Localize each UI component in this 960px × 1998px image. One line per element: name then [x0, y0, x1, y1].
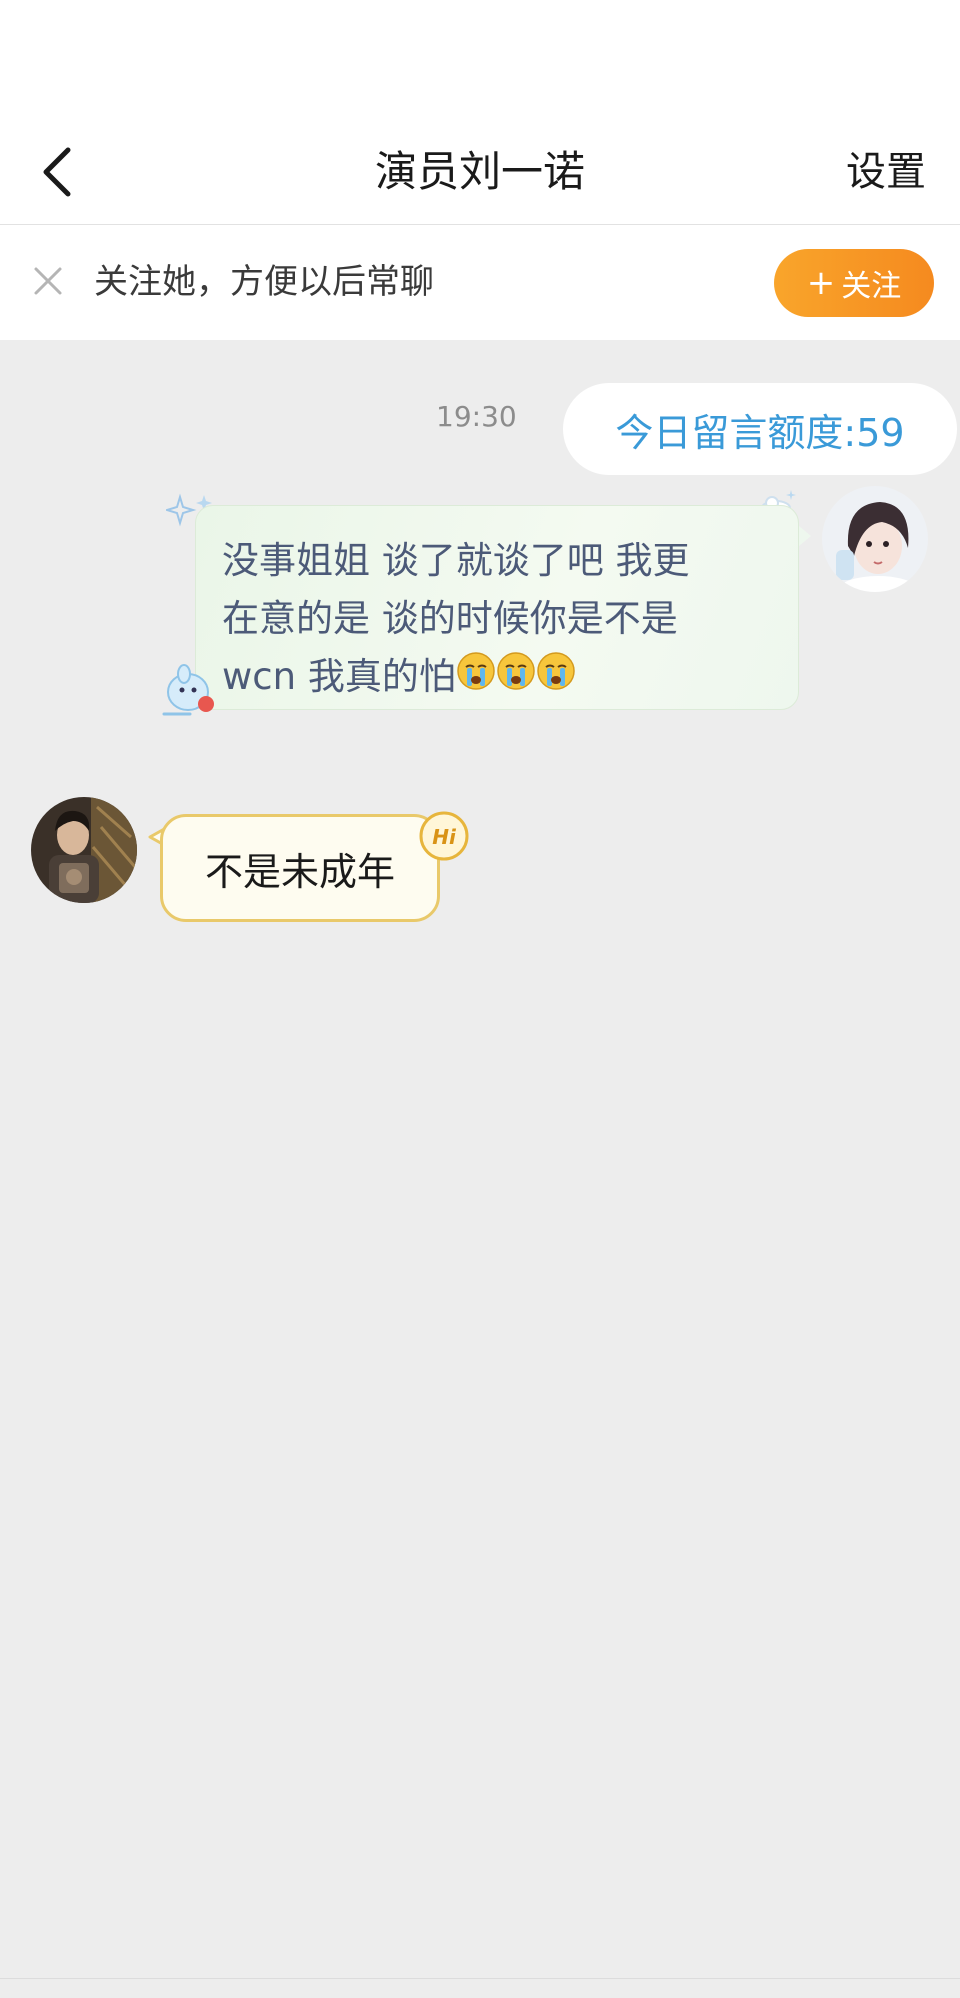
follow-prompt-text: 关注她，方便以后常聊 [94, 262, 434, 302]
crying-face-icon [457, 651, 495, 690]
follow-prompt-bar: 关注她，方便以后常聊 + 关注 [0, 225, 960, 340]
settings-button[interactable]: 设置 [846, 120, 926, 224]
message-line-with-emoji: wcn 我真的怕 [222, 648, 776, 708]
message-bubble-self[interactable]: 没事姐姐 谈了就谈了吧 我更 在意的是 谈的时候你是不是 wcn 我真的怕 [195, 505, 799, 710]
mascot-decoration-icon [162, 664, 214, 716]
bubble-tail [799, 526, 811, 546]
message-line: 在意的是 谈的时候你是不是 [222, 597, 678, 640]
plus-icon: + [806, 263, 836, 303]
crying-emoji-group [456, 650, 576, 708]
message-line: wcn 我真的怕 [222, 655, 456, 698]
crying-face-icon [497, 651, 535, 690]
top-nav-bar: 演员刘一诺 设置 [0, 120, 960, 225]
daily-quota-badge: 今日留言额度:59 [563, 383, 957, 475]
status-bar-area [0, 0, 960, 120]
message-bubble-other[interactable]: 不是未成年 [160, 814, 440, 922]
message-line: 没事姐姐 谈了就谈了吧 我更 [222, 539, 690, 582]
message-timestamp: 19:30 [436, 400, 517, 433]
crying-face-icon [537, 651, 575, 690]
back-button[interactable] [28, 142, 88, 202]
close-icon[interactable] [28, 261, 68, 301]
page-title: 演员刘一诺 [374, 147, 585, 196]
avatar-other[interactable] [31, 797, 137, 903]
follow-button-label: 关注 [841, 269, 902, 304]
hi-badge: Hi [418, 810, 470, 862]
bottom-divider [0, 1978, 960, 1979]
chevron-left-icon [43, 147, 71, 197]
avatar-self[interactable] [822, 486, 928, 592]
hi-badge-label: Hi [432, 825, 457, 849]
follow-button[interactable]: + 关注 [774, 249, 934, 317]
